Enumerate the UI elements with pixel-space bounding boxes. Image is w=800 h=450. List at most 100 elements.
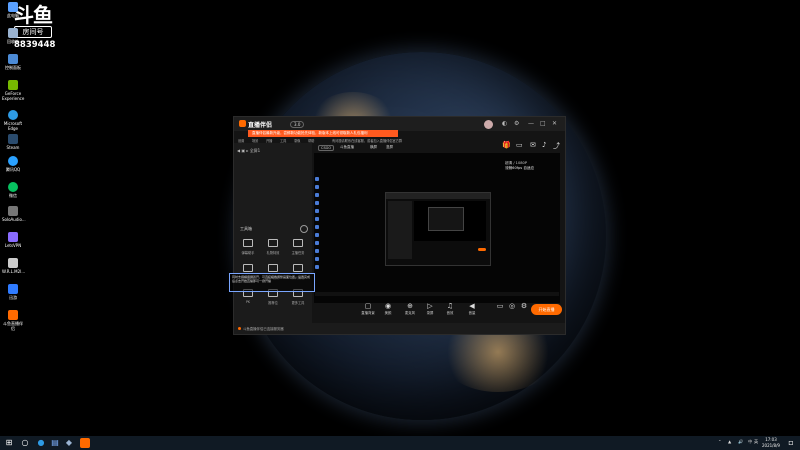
- desktop-icon-label: SoloAudio...: [2, 217, 26, 222]
- background-control[interactable]: ▢ 直播背景: [358, 302, 378, 315]
- danmu-icon: [243, 239, 253, 247]
- bell-icon[interactable]: ♪: [542, 141, 546, 149]
- explorer-taskbar-icon[interactable]: ▤: [50, 438, 60, 448]
- steam-icon: [8, 134, 18, 144]
- desktop-icon[interactable]: 腾讯QQ: [2, 156, 24, 173]
- desktop-icon[interactable]: 控制面板: [2, 54, 24, 71]
- scene-label: 全屏1: [249, 148, 261, 153]
- control-label: 音量: [468, 311, 476, 315]
- start-button[interactable]: ⊞: [4, 438, 14, 448]
- tool-task[interactable]: 主播任务: [288, 239, 308, 255]
- tools-title: 工具箱: [240, 226, 252, 231]
- volume-icon: ◀: [469, 302, 475, 310]
- minimize-button[interactable]: —: [528, 120, 534, 127]
- preview-tab[interactable]: 竖屏: [384, 145, 395, 150]
- start-live-button[interactable]: 开始直播: [531, 304, 562, 315]
- close-button[interactable]: ✕: [552, 120, 557, 127]
- desktop-icon[interactable]: 迅游: [2, 284, 24, 301]
- edge-taskbar-icon[interactable]: ●: [36, 438, 46, 448]
- desktop-icon[interactable]: LetsVPN: [2, 232, 24, 249]
- sidebar: ◀ ▣ ▸ 全屏1 工具箱 弹幕助手 礼物特效 主播任务 粉丝互动 多人连麦 房…: [234, 143, 312, 323]
- desktop-icon-label: 回收站: [7, 39, 19, 44]
- live-companion-window[interactable]: 直播伴侣 3.0 ◐ ⚙ — □ ✕ 直播伴侣最新升级，尝鲜新功能抢先体验，新版…: [233, 116, 566, 335]
- control-label: 音效: [446, 311, 454, 315]
- volume-control[interactable]: ◀ 音量: [462, 302, 482, 315]
- gift-box-icon[interactable]: 🎁: [502, 141, 511, 149]
- record-icon: ▷: [427, 302, 433, 310]
- status-dot-icon: [238, 327, 241, 330]
- desktop-icon[interactable]: 微信: [2, 182, 24, 199]
- avatar[interactable]: [484, 120, 493, 129]
- tools-settings-icon[interactable]: [300, 225, 308, 233]
- sound-effect-icon: ♫: [446, 302, 454, 310]
- help-text: 有问题请联系在线客服，或者加入直播伴侣官方群: [332, 139, 403, 143]
- desktop-icon[interactable]: Microsoft Edge: [2, 110, 24, 131]
- nested-live-button: [478, 248, 486, 251]
- desktop-icon[interactable]: GeForce Experience: [2, 80, 24, 101]
- notification-icon[interactable]: ▫: [788, 438, 794, 448]
- preview-tabs: CSGO 斗鱼直播 横屏 竖屏: [314, 144, 494, 152]
- taskbar: ⊞ ○ ● ▤ ◆ ⌃ ▲ 🔊 中 英 17:03 2021/8/9 ▫: [0, 436, 800, 450]
- nested-preview-window: [385, 192, 491, 266]
- ime-chinese[interactable]: 中: [748, 439, 752, 445]
- preview-tab[interactable]: CSGO: [318, 145, 335, 151]
- maximize-button[interactable]: □: [540, 120, 546, 127]
- scene-selector[interactable]: ◀ ▣ ▸ 全屏1: [237, 148, 260, 154]
- search-icon[interactable]: ○: [20, 438, 30, 448]
- beauty-icon: ◉: [384, 302, 392, 310]
- settings-icon[interactable]: ⚙: [514, 120, 519, 127]
- record-control[interactable]: ▷ 录屏: [420, 302, 440, 315]
- desktop-icon-label: LetsVPN: [4, 243, 22, 248]
- nested-sidebar: [388, 201, 412, 259]
- app-icon: [8, 206, 18, 216]
- version-badge[interactable]: 3.0: [290, 121, 305, 128]
- preview-tab[interactable]: 横屏: [368, 145, 379, 150]
- background-icon: ▢: [364, 302, 372, 310]
- clock[interactable]: 17:03 2021/8/9: [762, 437, 780, 449]
- tool-label: 主播任务: [291, 251, 305, 255]
- skin-icon[interactable]: ◐: [502, 120, 507, 127]
- desktop-icon[interactable]: Steam: [2, 134, 24, 151]
- sound-effect-control[interactable]: ♫ 音效: [440, 302, 460, 315]
- desktop-icon-label: 斗鱼直播伴侣: [3, 321, 23, 331]
- app-name: 直播伴侣: [248, 122, 273, 129]
- beauty-control[interactable]: ◉ 美颜: [378, 302, 398, 315]
- desktop-icon[interactable]: W.R.L.M2I...: [2, 258, 25, 275]
- control-panel-icon: [8, 54, 18, 64]
- douyu-app-icon: [8, 310, 18, 320]
- desktop-icon-label: GeForce Experience: [2, 91, 25, 101]
- status-text: 斗鱼直播伴侣已连接服务器: [243, 327, 284, 331]
- desktop-icon[interactable]: 此电脑: [2, 2, 24, 19]
- desktop-icon[interactable]: SoloAudio...: [2, 206, 26, 223]
- desktop-icon[interactable]: 回收站: [2, 28, 24, 45]
- tool-danmu[interactable]: 弹幕助手: [238, 239, 258, 255]
- qq-icon: [8, 156, 18, 166]
- share-icon[interactable]: ⤴: [553, 141, 560, 151]
- steam-taskbar-icon[interactable]: ◆: [64, 438, 74, 448]
- tray-expand-icon[interactable]: ⌃: [718, 439, 722, 444]
- tool-label: 推荐位: [268, 301, 278, 305]
- control-label: 美颜: [384, 311, 392, 315]
- mic-link-icon: [268, 264, 278, 272]
- pc-icon: [8, 2, 18, 12]
- desktop-icon-label: 腾讯QQ: [5, 167, 21, 172]
- network-icon[interactable]: ▲: [728, 439, 731, 444]
- ime-english[interactable]: 英: [754, 439, 758, 445]
- chat-icon[interactable]: ▭: [516, 141, 523, 149]
- message-icon[interactable]: ✉: [530, 141, 536, 149]
- control-label: 直播背景: [361, 311, 375, 315]
- xunyou-icon: [8, 284, 18, 294]
- control-label: 麦克风: [404, 311, 416, 315]
- date: 2021/8/9: [762, 443, 780, 448]
- desktop-icon[interactable]: 斗鱼直播伴侣: [2, 310, 24, 331]
- volume-tray-icon[interactable]: 🔊: [738, 439, 743, 445]
- preview-tab[interactable]: 斗鱼直播: [338, 145, 356, 150]
- notice-banner[interactable]: 直播伴侣最新升级，尝鲜新功能抢先体验，新版本上线可领取新人礼包福利: [248, 130, 398, 137]
- geforce-icon: [8, 80, 18, 90]
- tool-gift[interactable]: 礼物特效: [263, 239, 283, 255]
- title-bar[interactable]: 直播伴侣 3.0 ◐ ⚙ — □ ✕: [234, 117, 565, 131]
- douyu-taskbar-icon[interactable]: [80, 438, 90, 448]
- microphone-control[interactable]: ⊕ 麦克风: [400, 302, 420, 315]
- desktop-icon-label: 迅游: [9, 295, 17, 300]
- tool-label: 弹幕助手: [241, 251, 255, 255]
